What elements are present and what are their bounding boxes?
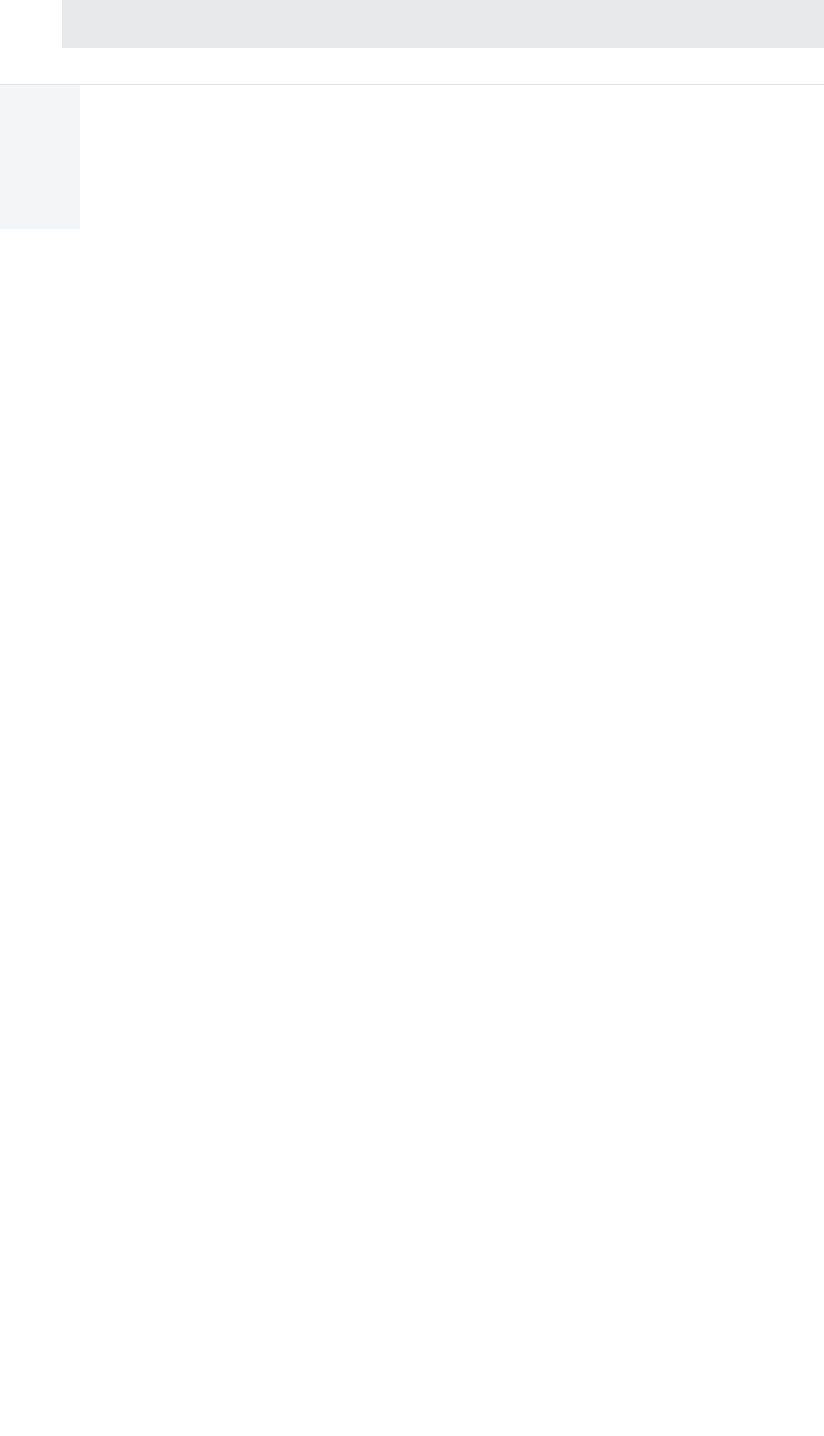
tab-bar <box>0 0 824 48</box>
page-title <box>0 48 824 85</box>
code-editor[interactable] <box>0 85 824 229</box>
line-number-gutter <box>0 85 62 229</box>
fold-gutter <box>62 85 80 229</box>
code-area[interactable] <box>80 85 824 229</box>
file-tab[interactable] <box>0 0 62 48</box>
